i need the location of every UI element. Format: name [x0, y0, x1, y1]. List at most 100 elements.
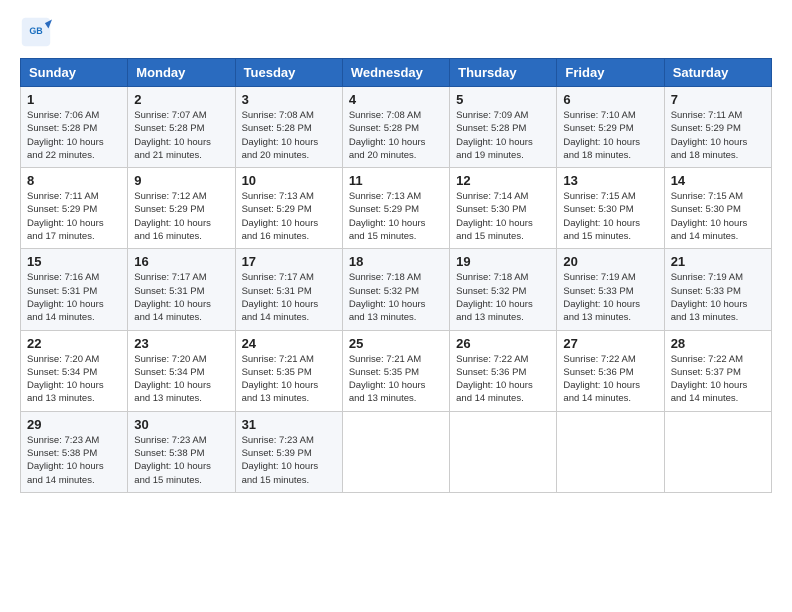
day-number: 1: [27, 92, 121, 107]
day-info: Sunrise: 7:14 AM Sunset: 5:30 PM Dayligh…: [456, 190, 550, 243]
day-info: Sunrise: 7:23 AM Sunset: 5:38 PM Dayligh…: [134, 434, 228, 487]
day-cell: 4 Sunrise: 7:08 AM Sunset: 5:28 PM Dayli…: [342, 87, 449, 168]
week-row-1: 1 Sunrise: 7:06 AM Sunset: 5:28 PM Dayli…: [21, 87, 772, 168]
day-cell: 1 Sunrise: 7:06 AM Sunset: 5:28 PM Dayli…: [21, 87, 128, 168]
day-cell: 19 Sunrise: 7:18 AM Sunset: 5:32 PM Dayl…: [450, 249, 557, 330]
day-info: Sunrise: 7:15 AM Sunset: 5:30 PM Dayligh…: [563, 190, 657, 243]
week-row-2: 8 Sunrise: 7:11 AM Sunset: 5:29 PM Dayli…: [21, 168, 772, 249]
day-cell: 14 Sunrise: 7:15 AM Sunset: 5:30 PM Dayl…: [664, 168, 771, 249]
day-number: 6: [563, 92, 657, 107]
day-info: Sunrise: 7:09 AM Sunset: 5:28 PM Dayligh…: [456, 109, 550, 162]
day-number: 25: [349, 336, 443, 351]
day-cell: 24 Sunrise: 7:21 AM Sunset: 5:35 PM Dayl…: [235, 330, 342, 411]
day-cell: 13 Sunrise: 7:15 AM Sunset: 5:30 PM Dayl…: [557, 168, 664, 249]
day-header-sunday: Sunday: [21, 59, 128, 87]
header-row: GB: [20, 16, 772, 48]
day-number: 22: [27, 336, 121, 351]
day-cell: 7 Sunrise: 7:11 AM Sunset: 5:29 PM Dayli…: [664, 87, 771, 168]
day-info: Sunrise: 7:21 AM Sunset: 5:35 PM Dayligh…: [242, 353, 336, 406]
day-number: 13: [563, 173, 657, 188]
day-info: Sunrise: 7:20 AM Sunset: 5:34 PM Dayligh…: [27, 353, 121, 406]
day-number: 27: [563, 336, 657, 351]
day-info: Sunrise: 7:18 AM Sunset: 5:32 PM Dayligh…: [456, 271, 550, 324]
day-number: 2: [134, 92, 228, 107]
logo: GB: [20, 16, 56, 48]
day-cell: 3 Sunrise: 7:08 AM Sunset: 5:28 PM Dayli…: [235, 87, 342, 168]
day-info: Sunrise: 7:21 AM Sunset: 5:35 PM Dayligh…: [349, 353, 443, 406]
day-number: 12: [456, 173, 550, 188]
day-number: 19: [456, 254, 550, 269]
day-header-saturday: Saturday: [664, 59, 771, 87]
day-number: 21: [671, 254, 765, 269]
day-info: Sunrise: 7:12 AM Sunset: 5:29 PM Dayligh…: [134, 190, 228, 243]
day-cell: 27 Sunrise: 7:22 AM Sunset: 5:36 PM Dayl…: [557, 330, 664, 411]
day-info: Sunrise: 7:07 AM Sunset: 5:28 PM Dayligh…: [134, 109, 228, 162]
day-cell: [557, 411, 664, 492]
day-info: Sunrise: 7:22 AM Sunset: 5:37 PM Dayligh…: [671, 353, 765, 406]
day-number: 10: [242, 173, 336, 188]
day-number: 17: [242, 254, 336, 269]
day-info: Sunrise: 7:23 AM Sunset: 5:39 PM Dayligh…: [242, 434, 336, 487]
day-cell: 5 Sunrise: 7:09 AM Sunset: 5:28 PM Dayli…: [450, 87, 557, 168]
day-cell: 17 Sunrise: 7:17 AM Sunset: 5:31 PM Dayl…: [235, 249, 342, 330]
day-cell: 22 Sunrise: 7:20 AM Sunset: 5:34 PM Dayl…: [21, 330, 128, 411]
day-number: 23: [134, 336, 228, 351]
day-cell: 11 Sunrise: 7:13 AM Sunset: 5:29 PM Dayl…: [342, 168, 449, 249]
day-cell: 16 Sunrise: 7:17 AM Sunset: 5:31 PM Dayl…: [128, 249, 235, 330]
day-header-thursday: Thursday: [450, 59, 557, 87]
day-number: 7: [671, 92, 765, 107]
day-number: 4: [349, 92, 443, 107]
day-info: Sunrise: 7:17 AM Sunset: 5:31 PM Dayligh…: [242, 271, 336, 324]
day-cell: 26 Sunrise: 7:22 AM Sunset: 5:36 PM Dayl…: [450, 330, 557, 411]
day-number: 5: [456, 92, 550, 107]
day-cell: 18 Sunrise: 7:18 AM Sunset: 5:32 PM Dayl…: [342, 249, 449, 330]
logo-icon: GB: [20, 16, 52, 48]
day-cell: 30 Sunrise: 7:23 AM Sunset: 5:38 PM Dayl…: [128, 411, 235, 492]
day-info: Sunrise: 7:06 AM Sunset: 5:28 PM Dayligh…: [27, 109, 121, 162]
day-info: Sunrise: 7:20 AM Sunset: 5:34 PM Dayligh…: [134, 353, 228, 406]
day-number: 29: [27, 417, 121, 432]
day-cell: 25 Sunrise: 7:21 AM Sunset: 5:35 PM Dayl…: [342, 330, 449, 411]
day-number: 24: [242, 336, 336, 351]
day-info: Sunrise: 7:22 AM Sunset: 5:36 PM Dayligh…: [456, 353, 550, 406]
day-cell: [342, 411, 449, 492]
day-number: 30: [134, 417, 228, 432]
week-row-5: 29 Sunrise: 7:23 AM Sunset: 5:38 PM Dayl…: [21, 411, 772, 492]
day-number: 8: [27, 173, 121, 188]
day-info: Sunrise: 7:23 AM Sunset: 5:38 PM Dayligh…: [27, 434, 121, 487]
day-cell: 20 Sunrise: 7:19 AM Sunset: 5:33 PM Dayl…: [557, 249, 664, 330]
day-cell: 21 Sunrise: 7:19 AM Sunset: 5:33 PM Dayl…: [664, 249, 771, 330]
day-info: Sunrise: 7:10 AM Sunset: 5:29 PM Dayligh…: [563, 109, 657, 162]
day-info: Sunrise: 7:19 AM Sunset: 5:33 PM Dayligh…: [671, 271, 765, 324]
day-number: 26: [456, 336, 550, 351]
day-number: 14: [671, 173, 765, 188]
day-cell: 10 Sunrise: 7:13 AM Sunset: 5:29 PM Dayl…: [235, 168, 342, 249]
day-cell: 9 Sunrise: 7:12 AM Sunset: 5:29 PM Dayli…: [128, 168, 235, 249]
day-info: Sunrise: 7:13 AM Sunset: 5:29 PM Dayligh…: [242, 190, 336, 243]
day-header-tuesday: Tuesday: [235, 59, 342, 87]
day-header-monday: Monday: [128, 59, 235, 87]
days-header-row: SundayMondayTuesdayWednesdayThursdayFrid…: [21, 59, 772, 87]
day-cell: 29 Sunrise: 7:23 AM Sunset: 5:38 PM Dayl…: [21, 411, 128, 492]
day-cell: 2 Sunrise: 7:07 AM Sunset: 5:28 PM Dayli…: [128, 87, 235, 168]
day-cell: [664, 411, 771, 492]
week-row-4: 22 Sunrise: 7:20 AM Sunset: 5:34 PM Dayl…: [21, 330, 772, 411]
day-number: 18: [349, 254, 443, 269]
svg-text:GB: GB: [29, 26, 42, 36]
day-header-friday: Friday: [557, 59, 664, 87]
calendar-table: SundayMondayTuesdayWednesdayThursdayFrid…: [20, 58, 772, 493]
day-info: Sunrise: 7:08 AM Sunset: 5:28 PM Dayligh…: [349, 109, 443, 162]
day-header-wednesday: Wednesday: [342, 59, 449, 87]
day-number: 31: [242, 417, 336, 432]
day-cell: [450, 411, 557, 492]
day-info: Sunrise: 7:22 AM Sunset: 5:36 PM Dayligh…: [563, 353, 657, 406]
day-cell: 8 Sunrise: 7:11 AM Sunset: 5:29 PM Dayli…: [21, 168, 128, 249]
day-number: 20: [563, 254, 657, 269]
day-info: Sunrise: 7:15 AM Sunset: 5:30 PM Dayligh…: [671, 190, 765, 243]
day-number: 11: [349, 173, 443, 188]
day-info: Sunrise: 7:08 AM Sunset: 5:28 PM Dayligh…: [242, 109, 336, 162]
day-cell: 28 Sunrise: 7:22 AM Sunset: 5:37 PM Dayl…: [664, 330, 771, 411]
day-info: Sunrise: 7:17 AM Sunset: 5:31 PM Dayligh…: [134, 271, 228, 324]
day-info: Sunrise: 7:18 AM Sunset: 5:32 PM Dayligh…: [349, 271, 443, 324]
day-number: 28: [671, 336, 765, 351]
